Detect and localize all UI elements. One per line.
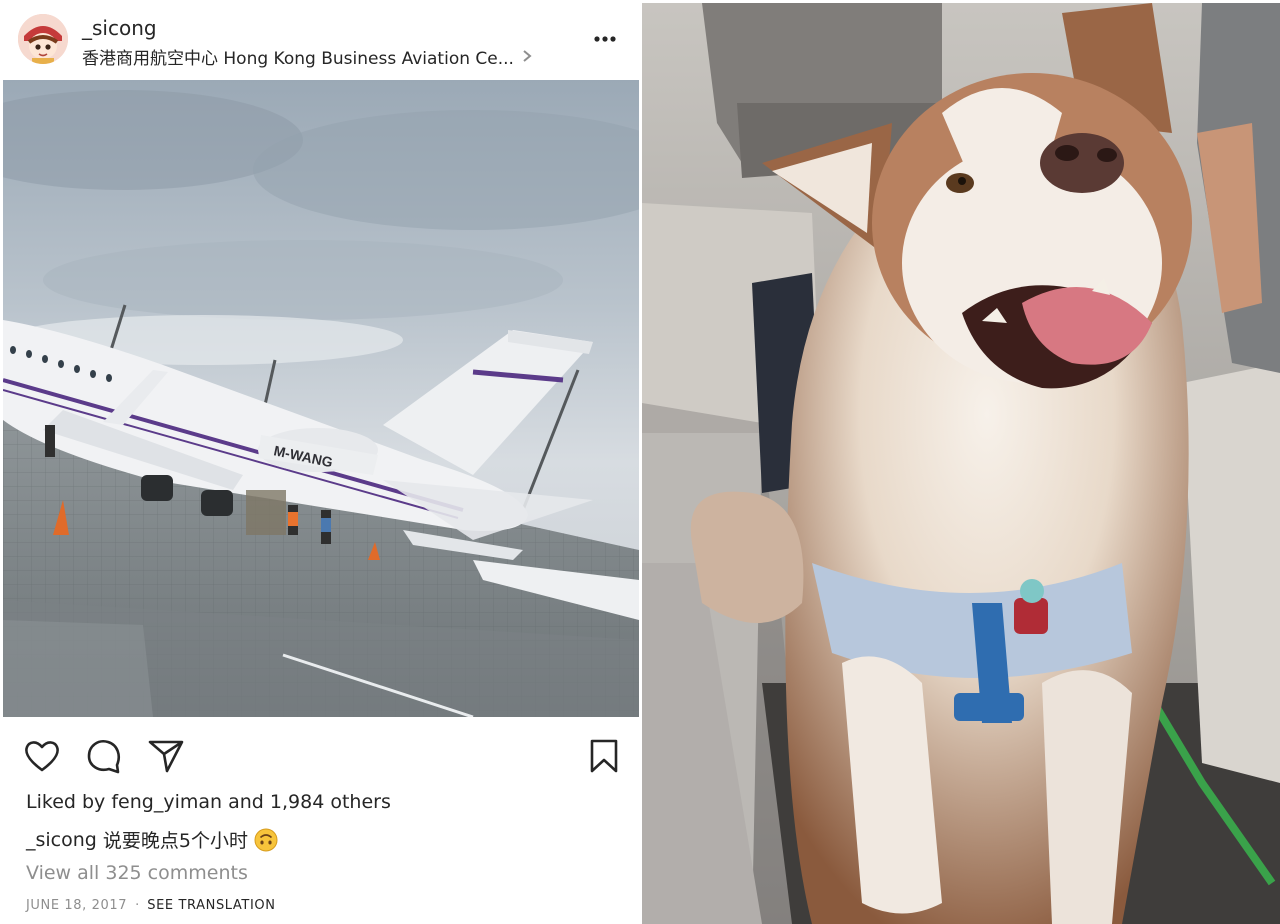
share-button[interactable] [146,736,186,776]
likes-prefix: Liked by [26,791,106,813]
post-date: JUNE 18, 2017 [26,898,128,913]
post-location: 香港商用航空中心 Hong Kong Business Aviation Ce.… [82,48,514,69]
chevron-right-icon [523,50,532,62]
like-button[interactable] [22,736,62,776]
post-actions [0,732,640,778]
liked-by-user-link[interactable]: feng_yiman [111,791,222,813]
meta-separator: · [135,898,140,913]
likes-summary: Liked by feng_yiman and 1,984 others [26,791,391,813]
post-caption: _sicong 说要晚点5个小时 [26,826,278,853]
caption-text: 说要晚点5个小时 [102,830,248,852]
bookmark-icon [590,739,618,773]
post-header: _sicong 香港商用航空中心 Hong Kong Business Avia… [0,0,640,80]
post-username[interactable]: _sicong [82,16,157,40]
more-horizontal-icon [594,36,616,42]
view-all-comments-link[interactable]: View all 325 comments [26,862,248,884]
likes-count-link[interactable]: 1,984 others [270,791,391,813]
avatar[interactable] [18,14,68,64]
upside-down-face-emoji-icon [254,828,278,851]
heart-icon [25,741,59,772]
save-button[interactable] [584,736,624,776]
more-options-button[interactable] [588,26,622,52]
comment-button[interactable] [84,736,124,776]
caption-username[interactable]: _sicong [26,829,97,851]
post-meta: JUNE 18, 2017 · SEE TRANSLATION [26,898,276,913]
likes-connector: and [228,791,264,813]
photo-dog-on-jet [642,3,1280,924]
instagram-post: _sicong 香港商用航空中心 Hong Kong Business Avia… [0,0,640,924]
send-icon [148,740,184,773]
post-location-link[interactable]: 香港商用航空中心 Hong Kong Business Aviation Ce.… [82,44,562,69]
see-translation-link[interactable]: SEE TRANSLATION [147,898,275,913]
post-photo-jet[interactable]: M-WANG [3,80,639,717]
comment-icon [87,740,120,774]
